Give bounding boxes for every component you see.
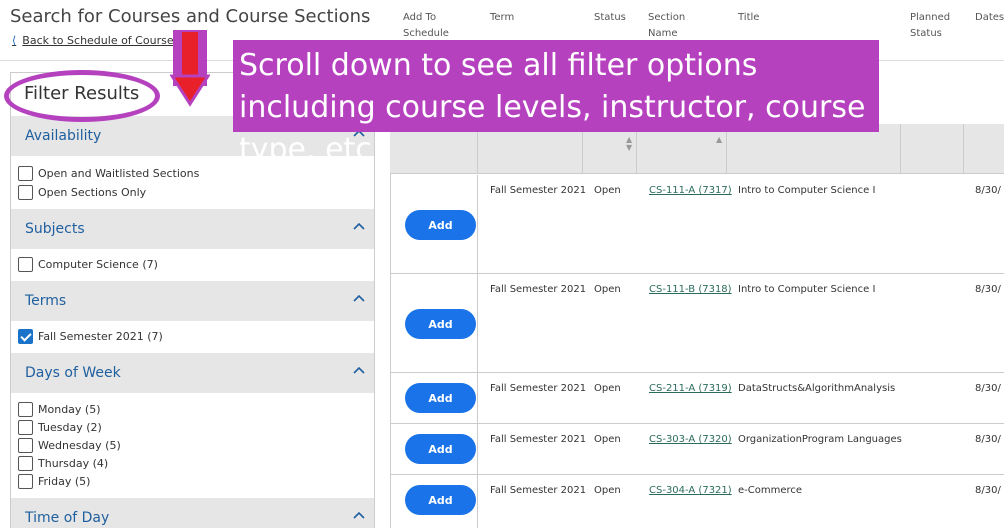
col-header-add: Add To Schedule <box>403 12 449 39</box>
col-divider <box>477 475 478 528</box>
section-link[interactable]: CS-304-A (7321) <box>649 485 732 496</box>
status-cell: Open <box>594 485 621 496</box>
filter-section-label: Terms <box>25 293 67 309</box>
filter-option-label: Friday (5) <box>38 475 91 488</box>
filter-option[interactable]: Open and Waitlisted Sections <box>18 166 199 181</box>
status-cell: Open <box>594 434 621 445</box>
back-link-label[interactable]: Back to Schedule of Courses <box>22 34 179 47</box>
filter-section-subjects[interactable]: Subjects <box>11 209 374 249</box>
term-cell: Fall Semester 2021 <box>490 185 587 196</box>
filter-option[interactable]: Friday (5) <box>18 474 90 489</box>
table-row: Add Fall Semester 2021 Open CS-303-A (73… <box>390 424 1004 475</box>
checkbox[interactable] <box>18 438 33 453</box>
col-divider <box>963 124 964 174</box>
checkbox[interactable] <box>18 474 33 489</box>
term-cell: Fall Semester 2021 <box>490 383 587 394</box>
sort-icon[interactable]: ▲ <box>716 136 722 144</box>
filter-option[interactable]: Computer Science (7) <box>18 257 158 272</box>
col-header-term[interactable]: Term <box>490 10 514 26</box>
dates-cell: 8/30/ <box>975 434 1001 445</box>
annotation-callout: Scroll down to see all filter options in… <box>233 40 879 167</box>
term-cell: Fall Semester 2021 <box>490 434 587 445</box>
back-link[interactable]: ⟨ Back to Schedule of Courses <box>12 34 179 47</box>
checkbox-checked[interactable] <box>18 329 33 344</box>
chevron-up-icon[interactable] <box>352 363 366 377</box>
table-row: Add Fall Semester 2021 Open CS-111-A (73… <box>390 175 1004 274</box>
title-cell: Intro to Computer Science I <box>738 185 876 196</box>
dates-cell: 8/30/ <box>975 284 1001 295</box>
checkbox[interactable] <box>18 257 33 272</box>
filter-option[interactable]: Thursday (4) <box>18 456 108 471</box>
status-cell: Open <box>594 383 621 394</box>
status-cell: Open <box>594 185 621 196</box>
title-cell: DataStructs&AlgorithmAnalysis <box>738 383 896 394</box>
col-header-planned: Planned Status <box>910 12 951 39</box>
checkbox[interactable] <box>18 420 33 435</box>
table-row: Add Fall Semester 2021 Open CS-111-B (73… <box>390 274 1004 373</box>
add-button[interactable]: Add <box>405 383 476 413</box>
filter-section-time-of-day[interactable]: Time of Day <box>11 498 374 528</box>
col-header-title[interactable]: Title <box>738 10 759 26</box>
status-cell: Open <box>594 284 621 295</box>
filter-section-days-of-week[interactable]: Days of Week <box>11 353 374 393</box>
col-divider <box>477 175 478 273</box>
filter-option-label: Monday (5) <box>38 403 101 416</box>
title-cell: Intro to Computer Science I <box>738 284 876 295</box>
checkbox[interactable] <box>18 185 33 200</box>
filter-option[interactable]: Wednesday (5) <box>18 438 121 453</box>
col-divider <box>477 274 478 372</box>
col-header-dates: Dates <box>975 12 1004 23</box>
term-cell: Fall Semester 2021 <box>490 485 587 496</box>
chevron-up-icon[interactable] <box>352 508 366 522</box>
filter-option-label: Open Sections Only <box>38 186 147 199</box>
filter-section-label: Time of Day <box>25 510 110 526</box>
col-divider <box>900 124 901 174</box>
course-search-page: Search for Courses and Course Sections ⟨… <box>0 0 1004 528</box>
chevron-up-icon[interactable] <box>352 291 366 305</box>
dates-cell: 8/30/ <box>975 485 1001 496</box>
section-link[interactable]: CS-211-A (7319) <box>649 383 732 394</box>
filter-section-label: Days of Week <box>25 365 121 381</box>
add-button[interactable]: Add <box>405 309 476 339</box>
table-row: Add Fall Semester 2021 Open CS-304-A (73… <box>390 475 1004 528</box>
section-link[interactable]: CS-111-A (7317) <box>649 185 732 196</box>
page-title: Search for Courses and Course Sections <box>10 6 371 27</box>
title-cell: e-Commerce <box>738 485 803 496</box>
chevron-up-icon[interactable] <box>352 219 366 233</box>
section-link[interactable]: CS-303-A (7320) <box>649 434 732 445</box>
filter-option[interactable]: Tuesday (2) <box>18 420 102 435</box>
down-arrow-icon <box>170 30 210 107</box>
filter-option[interactable]: Fall Semester 2021 (7) <box>18 329 163 344</box>
filter-option[interactable]: Open Sections Only <box>18 185 146 200</box>
checkbox[interactable] <box>18 166 33 181</box>
section-link[interactable]: CS-111-B (7318) <box>649 284 732 295</box>
col-divider <box>477 373 478 423</box>
add-button[interactable]: Add <box>405 210 476 240</box>
filter-option-label: Fall Semester 2021 (7) <box>38 330 163 343</box>
filter-section-label: Availability <box>25 128 102 144</box>
filter-option-label: Open and Waitlisted Sections <box>38 167 200 180</box>
filter-option[interactable]: Monday (5) <box>18 402 101 417</box>
filter-option-label: Computer Science (7) <box>38 258 158 271</box>
filter-option-label: Tuesday (2) <box>38 421 102 434</box>
filter-option-label: Thursday (4) <box>38 457 109 470</box>
add-button[interactable]: Add <box>405 485 476 515</box>
dates-cell: 8/30/ <box>975 185 1001 196</box>
col-header-section[interactable]: Section Name <box>648 10 698 42</box>
chevron-left-icon: ⟨ <box>12 34 17 47</box>
checkbox[interactable] <box>18 456 33 471</box>
filter-option-label: Wednesday (5) <box>38 439 121 452</box>
col-divider <box>477 424 478 474</box>
title-cell: OrganizationProgram Languages <box>738 434 902 445</box>
filter-section-terms[interactable]: Terms <box>11 281 374 321</box>
add-button[interactable]: Add <box>405 434 476 464</box>
dates-cell: 8/30/ <box>975 383 1001 394</box>
sort-icon[interactable]: ▲ ▼ <box>626 136 632 152</box>
col-header-status[interactable]: Status <box>594 10 626 26</box>
checkbox[interactable] <box>18 402 33 417</box>
highlight-ellipse <box>4 70 160 122</box>
filter-section-label: Subjects <box>25 221 85 237</box>
term-cell: Fall Semester 2021 <box>490 284 587 295</box>
table-row: Add Fall Semester 2021 Open CS-211-A (73… <box>390 373 1004 424</box>
